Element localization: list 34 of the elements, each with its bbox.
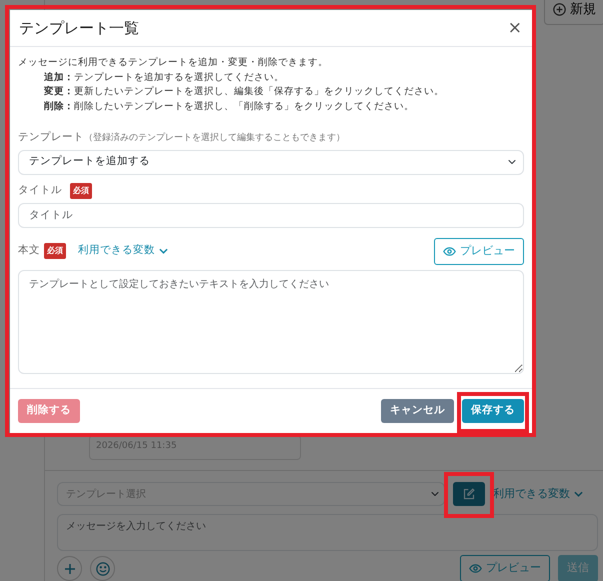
edit-button[interactable] (453, 482, 485, 506)
eye-icon (443, 246, 456, 256)
required-badge: 必須 (44, 243, 66, 260)
field-label: テンプレート (18, 130, 84, 145)
dialog-title: テンプレート一覧 (19, 19, 139, 37)
chevron-down-icon (574, 491, 583, 497)
preview-button[interactable]: プレビュー (434, 238, 524, 265)
close-button[interactable]: × (506, 20, 524, 36)
body-field[interactable]: テンプレートとして設定しておきたいテキストを入力してください (18, 270, 524, 374)
template-select[interactable]: テンプレートを追加する (18, 150, 524, 175)
preview-button[interactable]: プレビュー (460, 555, 550, 581)
emoji-button[interactable] (90, 556, 115, 581)
eye-icon (469, 564, 482, 573)
add-button[interactable] (57, 556, 82, 581)
instruction-text: 変更：更新したいテンプレートを選択し、編集後「保存する」をクリックしてください。 (44, 85, 445, 99)
variables-dropdown[interactable]: 利用できる変数 (493, 486, 583, 502)
plus-icon (64, 562, 76, 574)
plus-circle-icon (553, 3, 566, 16)
field-label: タイトル (18, 182, 62, 198)
intro-text: メッセージに利用できるテンプレートを追加・変更・削除できます。 (18, 56, 329, 70)
hint-text: （登録済みのテンプレートを選択して編集することもできます） (84, 132, 345, 145)
field-label: 本文 (18, 243, 40, 258)
edit-icon (463, 488, 475, 500)
message-field[interactable]: メッセージを入力してください (57, 514, 598, 551)
new-button[interactable]: 新規 (544, 0, 603, 24)
variables-dropdown[interactable]: 利用できる変数 (78, 243, 168, 260)
chevron-down-icon (159, 248, 168, 254)
instruction-text: 削除：削除したいテンプレートを選択し、「削除する」をクリックしてください。 (44, 100, 415, 114)
instruction-text: 追加：テンプレートを追加するを選択してください。 (44, 70, 285, 84)
cancel-button[interactable]: キャンセル (381, 399, 454, 423)
required-badge: 必須 (70, 182, 92, 199)
smiley-icon (96, 562, 110, 576)
title-field[interactable]: タイトル (18, 202, 524, 228)
save-button[interactable]: 保存する (462, 399, 524, 423)
